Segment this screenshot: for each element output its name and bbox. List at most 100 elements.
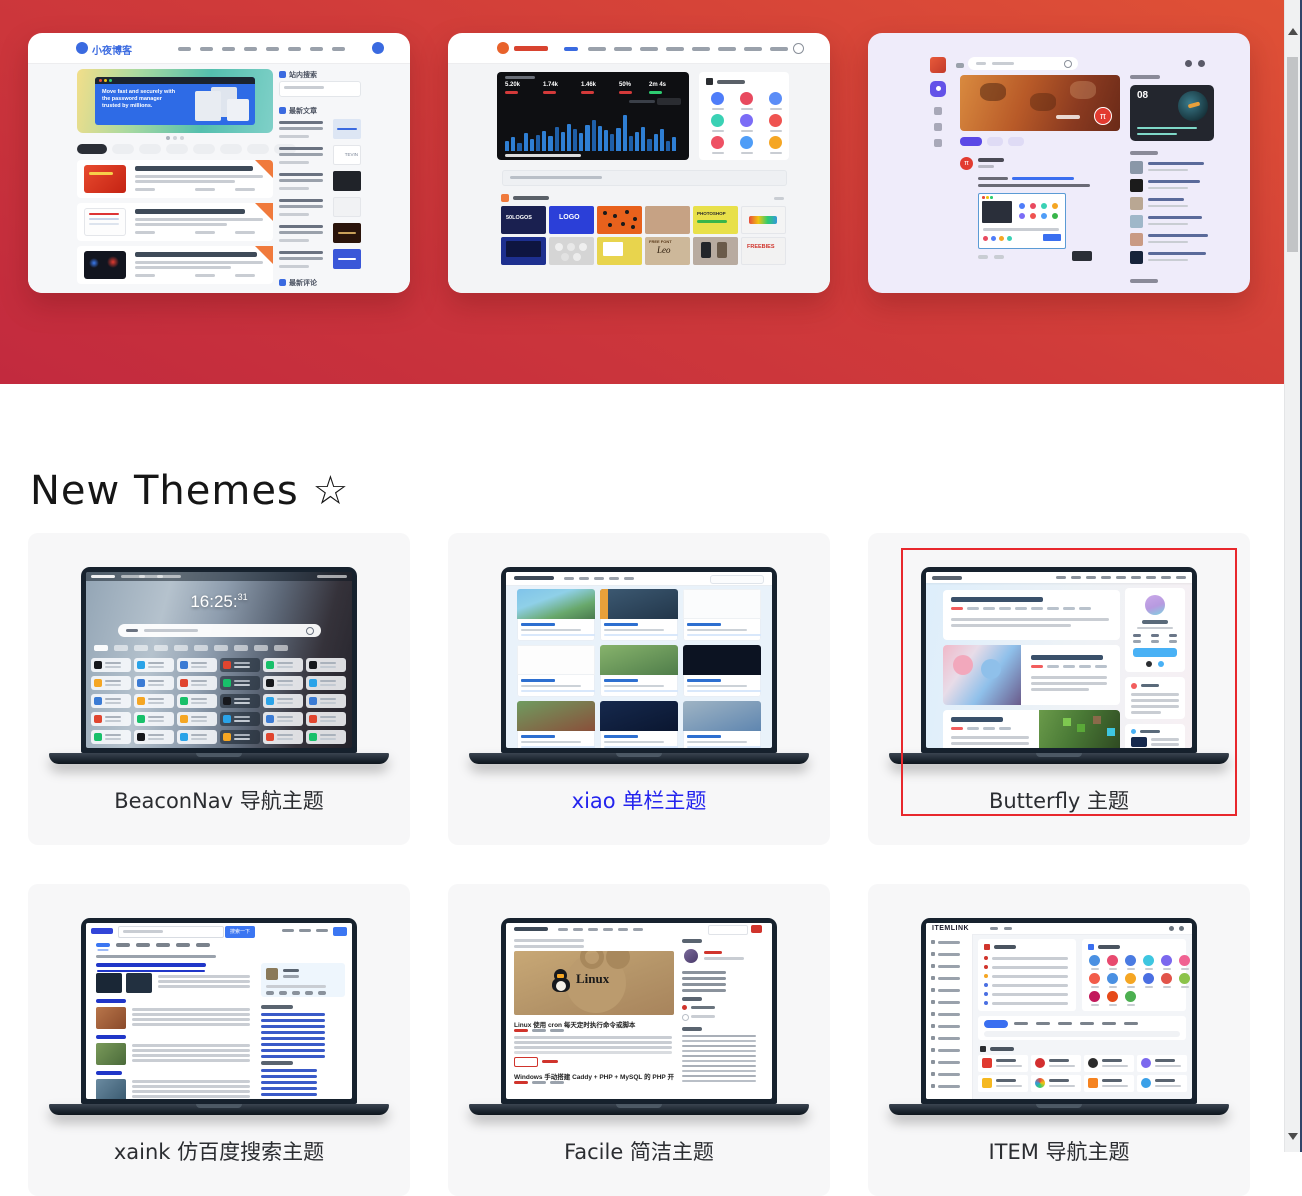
preview-card-design-nav[interactable]: 5.20k 1.74k 1.46k 50% 2m 4s xyxy=(448,33,830,293)
item-site-grid[interactable] xyxy=(978,1055,1188,1095)
xaink-search-button[interactable]: 搜索一下 xyxy=(225,926,255,938)
corner-ribbon xyxy=(255,203,273,221)
hot-topics-list[interactable] xyxy=(1130,161,1216,273)
facile-post2-title[interactable]: Windows 手动搭建 Caddy + PHP + MySQL 的 PHP 开… xyxy=(514,1071,674,1081)
decorative-shape xyxy=(505,76,535,79)
post-link[interactable] xyxy=(1012,177,1074,180)
nav-link-tiles[interactable] xyxy=(91,658,349,744)
filter-pills[interactable] xyxy=(112,144,134,154)
decorative-shape xyxy=(227,99,249,121)
forum-tab-active[interactable] xyxy=(960,137,982,146)
recent-item[interactable] xyxy=(279,249,361,273)
nav-category-tabs[interactable] xyxy=(94,645,108,651)
xiao-search-input[interactable] xyxy=(710,575,764,584)
theme-title-xaink[interactable]: xaink 仿百度搜索主题 xyxy=(28,1136,410,1166)
decorative-shape xyxy=(555,127,559,151)
recent-item[interactable] xyxy=(279,197,361,221)
scroll-down-arrow[interactable] xyxy=(1288,1133,1298,1140)
bell-icon[interactable] xyxy=(1185,60,1192,67)
decorative-shape xyxy=(135,209,245,214)
facile-readmore[interactable] xyxy=(514,1057,538,1067)
decorative-shape xyxy=(1179,955,1190,966)
section-more xyxy=(774,197,784,200)
forum-tabs[interactable] xyxy=(987,137,1003,146)
post-avatar[interactable]: π xyxy=(960,157,973,170)
decorative-shape xyxy=(889,1104,1229,1115)
facile-search-input[interactable] xyxy=(708,925,748,935)
facile-search-button[interactable] xyxy=(751,925,762,933)
xaink-results[interactable] xyxy=(96,963,251,1099)
forum-stats-label xyxy=(1130,279,1158,283)
decorative-shape xyxy=(1141,1058,1151,1068)
article-row[interactable] xyxy=(77,160,273,198)
site-nav-label xyxy=(990,1047,1014,1051)
bulb-icon[interactable] xyxy=(1198,60,1205,67)
filter-pill-active[interactable] xyxy=(77,144,107,154)
recent-item[interactable] xyxy=(279,119,361,143)
xaink-login-button[interactable] xyxy=(333,927,347,936)
scrollbar-thumb[interactable] xyxy=(1287,57,1298,252)
theme-title-facile[interactable]: Facile 简洁主题 xyxy=(448,1136,830,1166)
recent-item[interactable] xyxy=(279,223,361,247)
preview-card-xiaoye-blog[interactable]: 小夜博客 Move fast and securely with the pas… xyxy=(28,33,410,293)
xaink-search-input[interactable] xyxy=(118,926,224,938)
forum-avatar[interactable] xyxy=(930,57,946,73)
app-icons-row[interactable] xyxy=(711,92,724,105)
item-sidebar[interactable] xyxy=(926,934,973,1099)
item-topbar-icons[interactable] xyxy=(1179,926,1184,931)
theme-title-item[interactable]: ITEM 导航主题 xyxy=(868,1136,1250,1166)
facile-intro xyxy=(514,939,584,942)
decorative-shape xyxy=(1143,955,1154,966)
page-scrollbar[interactable] xyxy=(1284,0,1300,1152)
theme-card-item[interactable]: ITEMLINK xyxy=(868,884,1250,1196)
decorative-shape xyxy=(91,712,131,726)
xaink-tabs[interactable] xyxy=(96,943,110,947)
item-tools-card[interactable] xyxy=(1082,939,1186,1011)
rail-icons[interactable] xyxy=(934,107,942,115)
app-icons-row[interactable] xyxy=(711,114,724,127)
preview-card-forum[interactable]: π π xyxy=(868,33,1250,293)
post-embed-screenshot[interactable] xyxy=(978,193,1066,249)
theme-title-xiao[interactable]: xiao 单栏主题 xyxy=(448,785,830,815)
theme-card-facile[interactable]: Linux Linux 使用 cron 每天定时执行命令或脚本 Windows … xyxy=(448,884,830,1196)
post-actions[interactable] xyxy=(978,255,988,259)
decorative-shape xyxy=(1035,1058,1045,1068)
recent-comments-links[interactable] xyxy=(261,1069,317,1072)
recent-item[interactable]: TEVIN xyxy=(279,145,361,169)
decorative-shape xyxy=(683,645,761,697)
resource-tile-text: 50LOGOS xyxy=(506,215,532,221)
daily-quote-card[interactable]: 08 xyxy=(1130,85,1214,141)
theme-card-xaink[interactable]: 搜索一下 xyxy=(28,884,410,1196)
theme-card-butterfly[interactable]: Butterfly 主题 xyxy=(868,533,1250,845)
theme-title-beaconnav[interactable]: BeaconNav 导航主题 xyxy=(28,785,410,815)
search-input[interactable] xyxy=(279,81,361,97)
resource-grid[interactable]: 50LOGOS LOGO PHOTOSHOP xyxy=(501,206,791,268)
scroll-up-arrow[interactable] xyxy=(1288,28,1298,35)
xiao-post-grid[interactable] xyxy=(517,589,767,748)
nav-search-bar[interactable] xyxy=(118,624,321,637)
article-row[interactable] xyxy=(77,246,273,284)
decorative-shape xyxy=(984,956,988,960)
facile-post1-title[interactable]: Linux 使用 cron 每天定时执行命令或脚本 xyxy=(514,1019,674,1029)
decorative-shape xyxy=(600,701,678,731)
recent-item[interactable] xyxy=(279,171,361,195)
theme-card-xiao[interactable]: xiao 单栏主题 xyxy=(448,533,830,845)
decorative-shape xyxy=(263,658,303,672)
item-search-card[interactable] xyxy=(978,1016,1186,1040)
menu-icon[interactable] xyxy=(956,63,964,68)
theme-card-beaconnav[interactable]: 16:25:31 BeaconNav 导航主题 xyxy=(28,533,410,845)
hot-articles-links[interactable] xyxy=(261,1013,325,1016)
app-icons-row[interactable] xyxy=(711,136,724,149)
facile-hero-word: Linux xyxy=(576,971,609,987)
reply-button[interactable] xyxy=(1072,251,1092,261)
decorative-shape: ITEMLINK xyxy=(926,923,1192,1099)
decorative-shape xyxy=(1049,1085,1075,1087)
decorative-shape xyxy=(536,135,540,151)
search-icon[interactable] xyxy=(793,43,804,54)
decorative-shape xyxy=(135,166,253,171)
design-search-bar[interactable] xyxy=(502,170,787,186)
article-row[interactable] xyxy=(77,203,273,241)
decorative-shape xyxy=(279,173,323,176)
forum-search[interactable] xyxy=(968,57,1078,70)
carousel-dots[interactable] xyxy=(166,136,170,140)
